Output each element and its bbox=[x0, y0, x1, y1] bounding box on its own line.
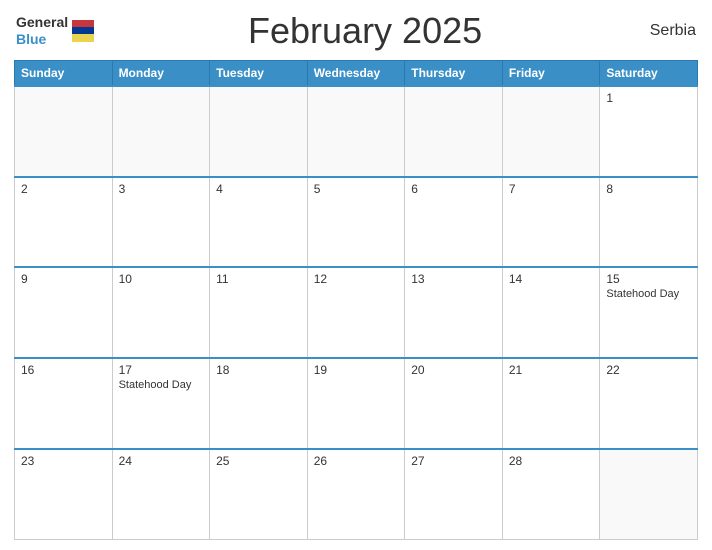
col-wednesday: Wednesday bbox=[307, 61, 405, 87]
day-number: 17 bbox=[119, 363, 204, 377]
logo: General Blue bbox=[16, 14, 94, 48]
calendar-cell: 7 bbox=[502, 177, 600, 268]
calendar-cell: 11 bbox=[210, 267, 308, 358]
calendar-cell: 17 Statehood Day bbox=[112, 358, 210, 449]
calendar-cell: 15 Statehood Day bbox=[600, 267, 698, 358]
col-saturday: Saturday bbox=[600, 61, 698, 87]
col-sunday: Sunday bbox=[15, 61, 113, 87]
calendar-cell: 23 bbox=[15, 449, 113, 540]
calendar-cell bbox=[307, 86, 405, 177]
day-number: 9 bbox=[21, 272, 106, 286]
day-number: 24 bbox=[119, 454, 204, 468]
calendar-cell: 12 bbox=[307, 267, 405, 358]
calendar-cell: 2 bbox=[15, 177, 113, 268]
calendar-cell: 28 bbox=[502, 449, 600, 540]
calendar-cell: 10 bbox=[112, 267, 210, 358]
day-number: 11 bbox=[216, 272, 301, 286]
calendar-cell: 13 bbox=[405, 267, 503, 358]
day-number: 7 bbox=[509, 182, 594, 196]
day-event: Statehood Day bbox=[119, 379, 204, 391]
day-number: 21 bbox=[509, 363, 594, 377]
day-number: 8 bbox=[606, 182, 691, 196]
day-number: 13 bbox=[411, 272, 496, 286]
day-number: 6 bbox=[411, 182, 496, 196]
calendar-cell: 21 bbox=[502, 358, 600, 449]
day-number: 3 bbox=[119, 182, 204, 196]
calendar-cell: 5 bbox=[307, 177, 405, 268]
week-row-0: 1 bbox=[15, 86, 698, 177]
calendar-cell bbox=[112, 86, 210, 177]
calendar-table: Sunday Monday Tuesday Wednesday Thursday… bbox=[14, 60, 698, 540]
day-event: Statehood Day bbox=[606, 288, 691, 300]
calendar-cell: 26 bbox=[307, 449, 405, 540]
week-row-3: 16 17 Statehood Day 18 19 20 21 22 bbox=[15, 358, 698, 449]
calendar-cell bbox=[502, 86, 600, 177]
day-number: 28 bbox=[509, 454, 594, 468]
day-number: 1 bbox=[606, 91, 691, 105]
calendar-cell: 22 bbox=[600, 358, 698, 449]
calendar-cell: 18 bbox=[210, 358, 308, 449]
calendar-header: General Blue February 2025 Serbia bbox=[14, 10, 698, 52]
country-label: Serbia bbox=[636, 22, 696, 40]
calendar-cell: 27 bbox=[405, 449, 503, 540]
calendar-cell bbox=[600, 449, 698, 540]
day-number: 2 bbox=[21, 182, 106, 196]
calendar-cell: 20 bbox=[405, 358, 503, 449]
calendar-cell: 9 bbox=[15, 267, 113, 358]
col-tuesday: Tuesday bbox=[210, 61, 308, 87]
day-number: 10 bbox=[119, 272, 204, 286]
day-number: 15 bbox=[606, 272, 691, 286]
day-number: 20 bbox=[411, 363, 496, 377]
week-row-4: 23 24 25 26 27 28 bbox=[15, 449, 698, 540]
calendar-cell: 24 bbox=[112, 449, 210, 540]
calendar-cell: 16 bbox=[15, 358, 113, 449]
calendar-cell: 4 bbox=[210, 177, 308, 268]
calendar-cell: 8 bbox=[600, 177, 698, 268]
week-row-2: 9 10 11 12 13 14 15 Statehood Day bbox=[15, 267, 698, 358]
col-friday: Friday bbox=[502, 61, 600, 87]
month-title: February 2025 bbox=[94, 10, 636, 52]
day-number: 19 bbox=[314, 363, 399, 377]
calendar-cell: 19 bbox=[307, 358, 405, 449]
day-headers-row: Sunday Monday Tuesday Wednesday Thursday… bbox=[15, 61, 698, 87]
calendar-container: General Blue February 2025 Serbia Sunday… bbox=[0, 0, 712, 550]
day-number: 26 bbox=[314, 454, 399, 468]
calendar-cell: 25 bbox=[210, 449, 308, 540]
day-number: 4 bbox=[216, 182, 301, 196]
day-number: 27 bbox=[411, 454, 496, 468]
calendar-cell: 3 bbox=[112, 177, 210, 268]
calendar-cell bbox=[15, 86, 113, 177]
day-number: 23 bbox=[21, 454, 106, 468]
day-number: 14 bbox=[509, 272, 594, 286]
day-number: 5 bbox=[314, 182, 399, 196]
day-number: 25 bbox=[216, 454, 301, 468]
calendar-cell bbox=[210, 86, 308, 177]
day-number: 22 bbox=[606, 363, 691, 377]
day-number: 16 bbox=[21, 363, 106, 377]
day-number: 12 bbox=[314, 272, 399, 286]
calendar-cell: 6 bbox=[405, 177, 503, 268]
col-monday: Monday bbox=[112, 61, 210, 87]
logo-flag-icon bbox=[72, 20, 94, 42]
logo-general-text: General bbox=[16, 14, 68, 31]
calendar-cell bbox=[405, 86, 503, 177]
week-row-1: 2345678 bbox=[15, 177, 698, 268]
logo-blue-text: Blue bbox=[16, 31, 68, 48]
day-number: 18 bbox=[216, 363, 301, 377]
calendar-cell: 1 bbox=[600, 86, 698, 177]
col-thursday: Thursday bbox=[405, 61, 503, 87]
calendar-cell: 14 bbox=[502, 267, 600, 358]
